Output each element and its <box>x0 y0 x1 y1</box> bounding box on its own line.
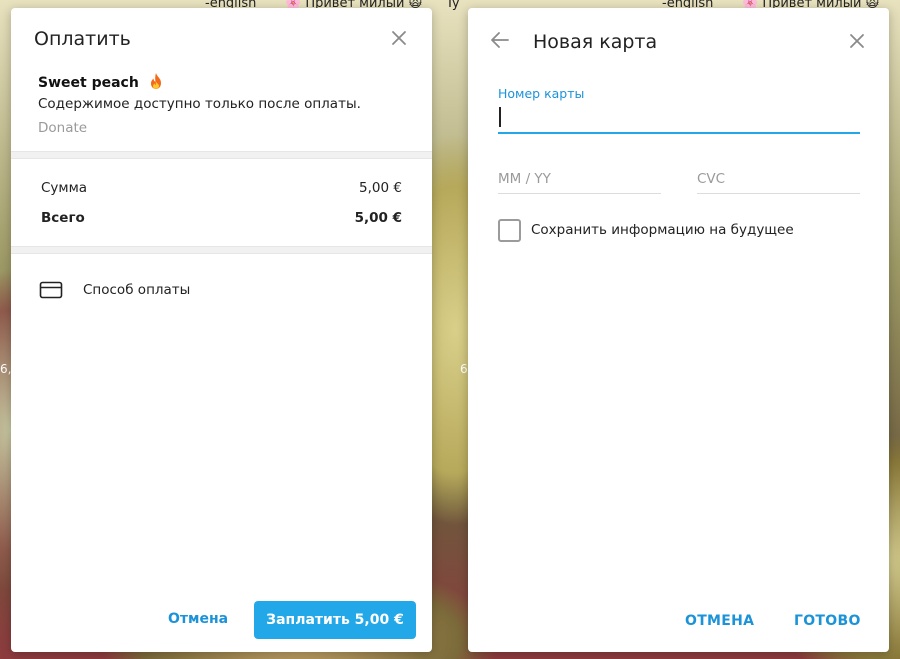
product-provider: Donate <box>38 120 88 136</box>
total-value: 5,00 € <box>354 210 402 226</box>
card-number-label: Номер карты <box>498 86 585 101</box>
save-info-label[interactable]: Сохранить информацию на будущее <box>531 222 794 238</box>
back-button[interactable] <box>488 28 512 52</box>
close-icon <box>392 31 406 45</box>
pay-button[interactable]: Заплатить 5,00 € <box>254 601 416 639</box>
product-title-text: Sweet peach <box>38 75 139 91</box>
card-number-input[interactable] <box>498 104 860 134</box>
text-caret <box>499 107 501 127</box>
product-title: Sweet peach <box>38 72 164 91</box>
price-row-total: Всего 5,00 € <box>41 210 402 226</box>
bg-text: Ty <box>446 0 460 11</box>
payment-dialog: Оплатить Sweet peach Содержимое доступно… <box>11 8 432 652</box>
cancel-button[interactable]: Отмена <box>168 611 228 627</box>
dialog-title: Новая карта <box>533 31 658 53</box>
payment-method-row[interactable]: Способ оплаты <box>39 278 399 302</box>
price-value: 5,00 € <box>359 180 402 196</box>
close-button[interactable] <box>387 26 411 50</box>
credit-card-icon <box>39 281 63 299</box>
fire-icon <box>150 73 161 89</box>
arrow-left-icon <box>491 32 509 48</box>
expiry-input[interactable] <box>498 164 661 194</box>
save-info-checkbox[interactable] <box>498 219 521 242</box>
new-card-dialog: Новая карта Номер карты Сохранить информ… <box>468 8 889 652</box>
price-row-amount: Сумма 5,00 € <box>41 180 402 196</box>
close-icon <box>850 34 864 48</box>
price-label: Сумма <box>41 180 88 196</box>
section-divider <box>11 151 432 159</box>
section-divider <box>11 246 432 254</box>
cancel-button[interactable]: ОТМЕНА <box>685 613 754 629</box>
bg-edge-text: 6, <box>0 362 12 376</box>
dialog-title: Оплатить <box>34 28 131 50</box>
bg-mid-text: 6 <box>460 362 468 376</box>
done-button[interactable]: ГОТОВО <box>794 613 861 629</box>
cvc-input[interactable] <box>697 164 860 194</box>
payment-method-label: Способ оплаты <box>83 282 191 298</box>
total-label: Всего <box>41 210 85 226</box>
product-description: Содержимое доступно только после оплаты. <box>38 96 361 112</box>
close-button[interactable] <box>845 29 869 53</box>
